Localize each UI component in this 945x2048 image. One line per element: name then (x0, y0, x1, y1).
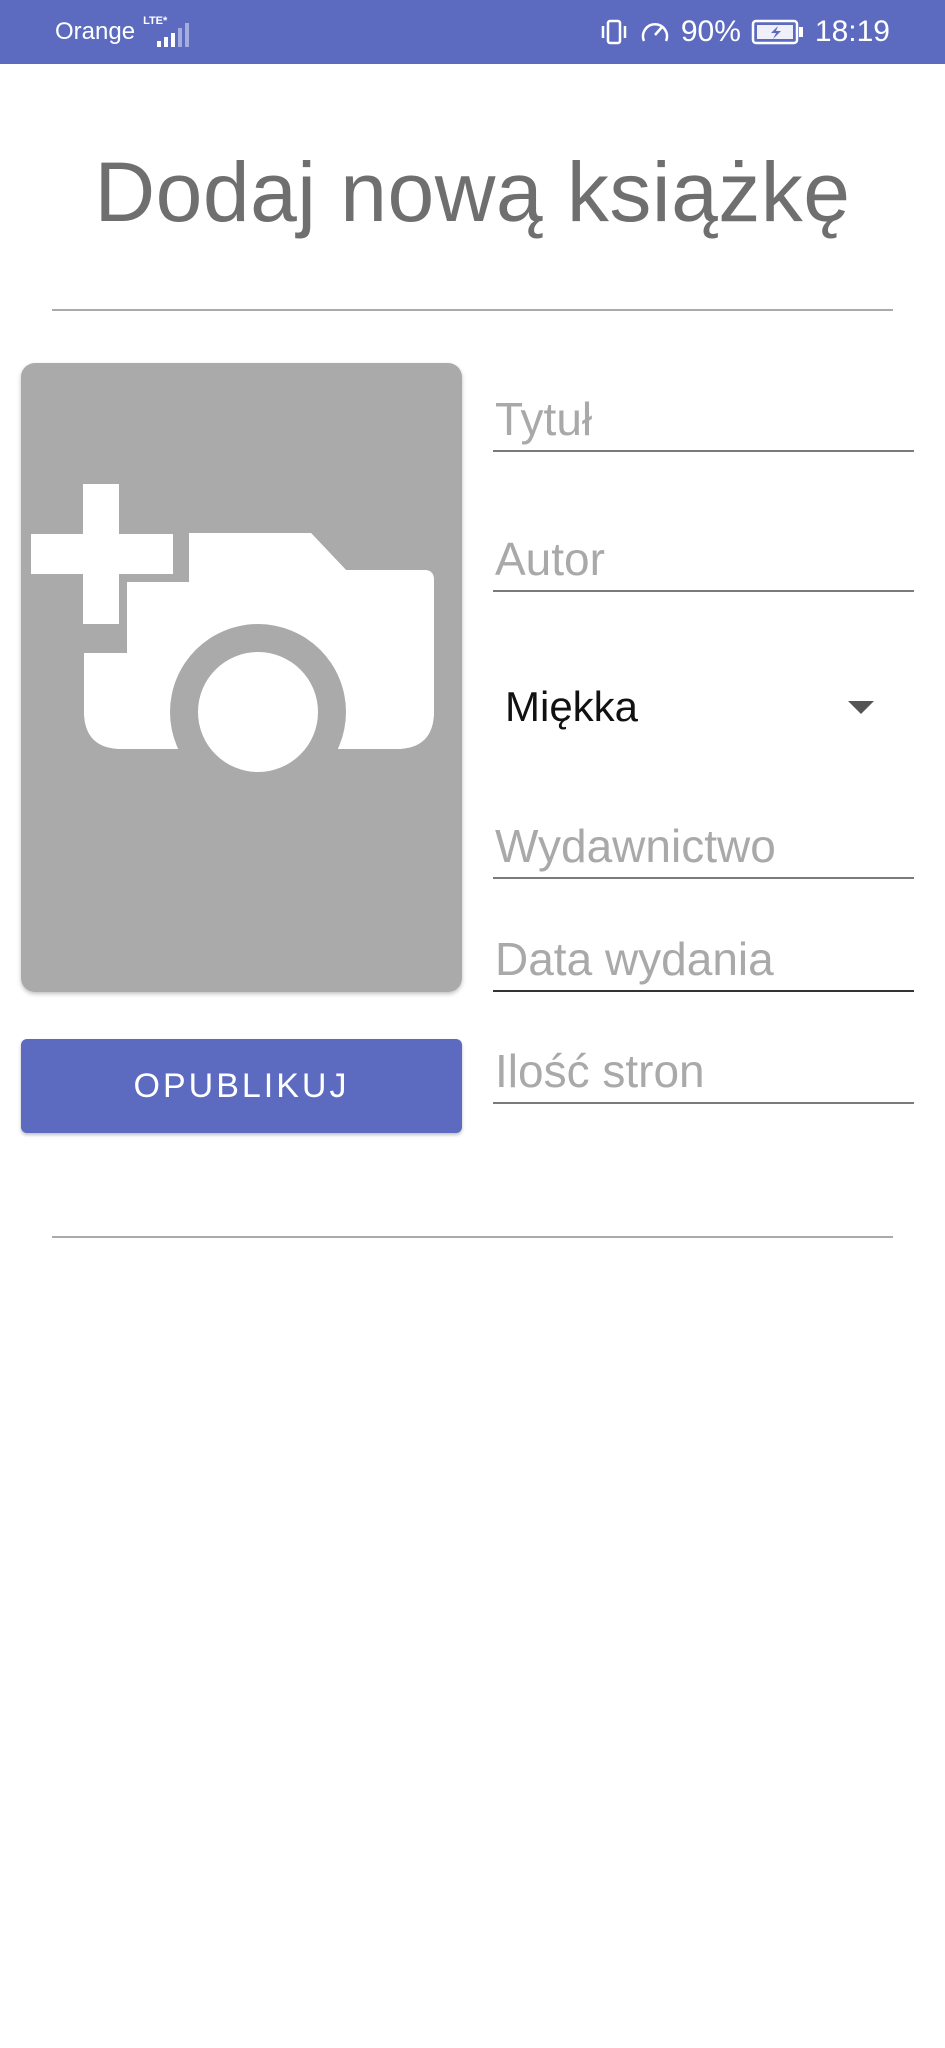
book-cover-picker[interactable] (21, 363, 462, 992)
vibrate-icon (599, 17, 629, 47)
speedometer-icon (639, 17, 671, 47)
page-count-field (493, 1044, 916, 1104)
author-input[interactable] (493, 532, 916, 590)
dropdown-arrow-icon (848, 700, 874, 714)
carrier-name: Orange (55, 18, 136, 45)
add-photo-icon (21, 483, 434, 800)
top-divider (52, 309, 893, 311)
page-count-input[interactable] (493, 1044, 916, 1102)
clock: 18:19 (814, 15, 890, 48)
publish-date-field (493, 932, 916, 992)
bottom-divider (52, 1236, 893, 1238)
publish-button[interactable]: OPUBLIKUJ (21, 1039, 462, 1133)
signal-icon: LTE* (143, 15, 190, 47)
battery-charging-icon (751, 18, 805, 46)
network-type: LTE* (143, 15, 168, 27)
cover-type-value: Miękka (505, 683, 639, 730)
title-field (493, 392, 916, 452)
author-field (493, 532, 916, 592)
publisher-field (493, 819, 916, 879)
page-title: Dodaj nową książkę (94, 145, 851, 239)
title-input[interactable] (493, 392, 916, 450)
status-bar: Orange LTE* 90% 18:19 (0, 0, 945, 64)
publish-date-input[interactable] (493, 932, 916, 990)
status-right: 90% 18:19 (599, 0, 890, 64)
cover-type-select[interactable]: Miękka (493, 672, 914, 742)
battery-percent: 90% (680, 15, 741, 48)
publisher-input[interactable] (493, 819, 916, 877)
status-left: Orange LTE* (55, 0, 190, 64)
